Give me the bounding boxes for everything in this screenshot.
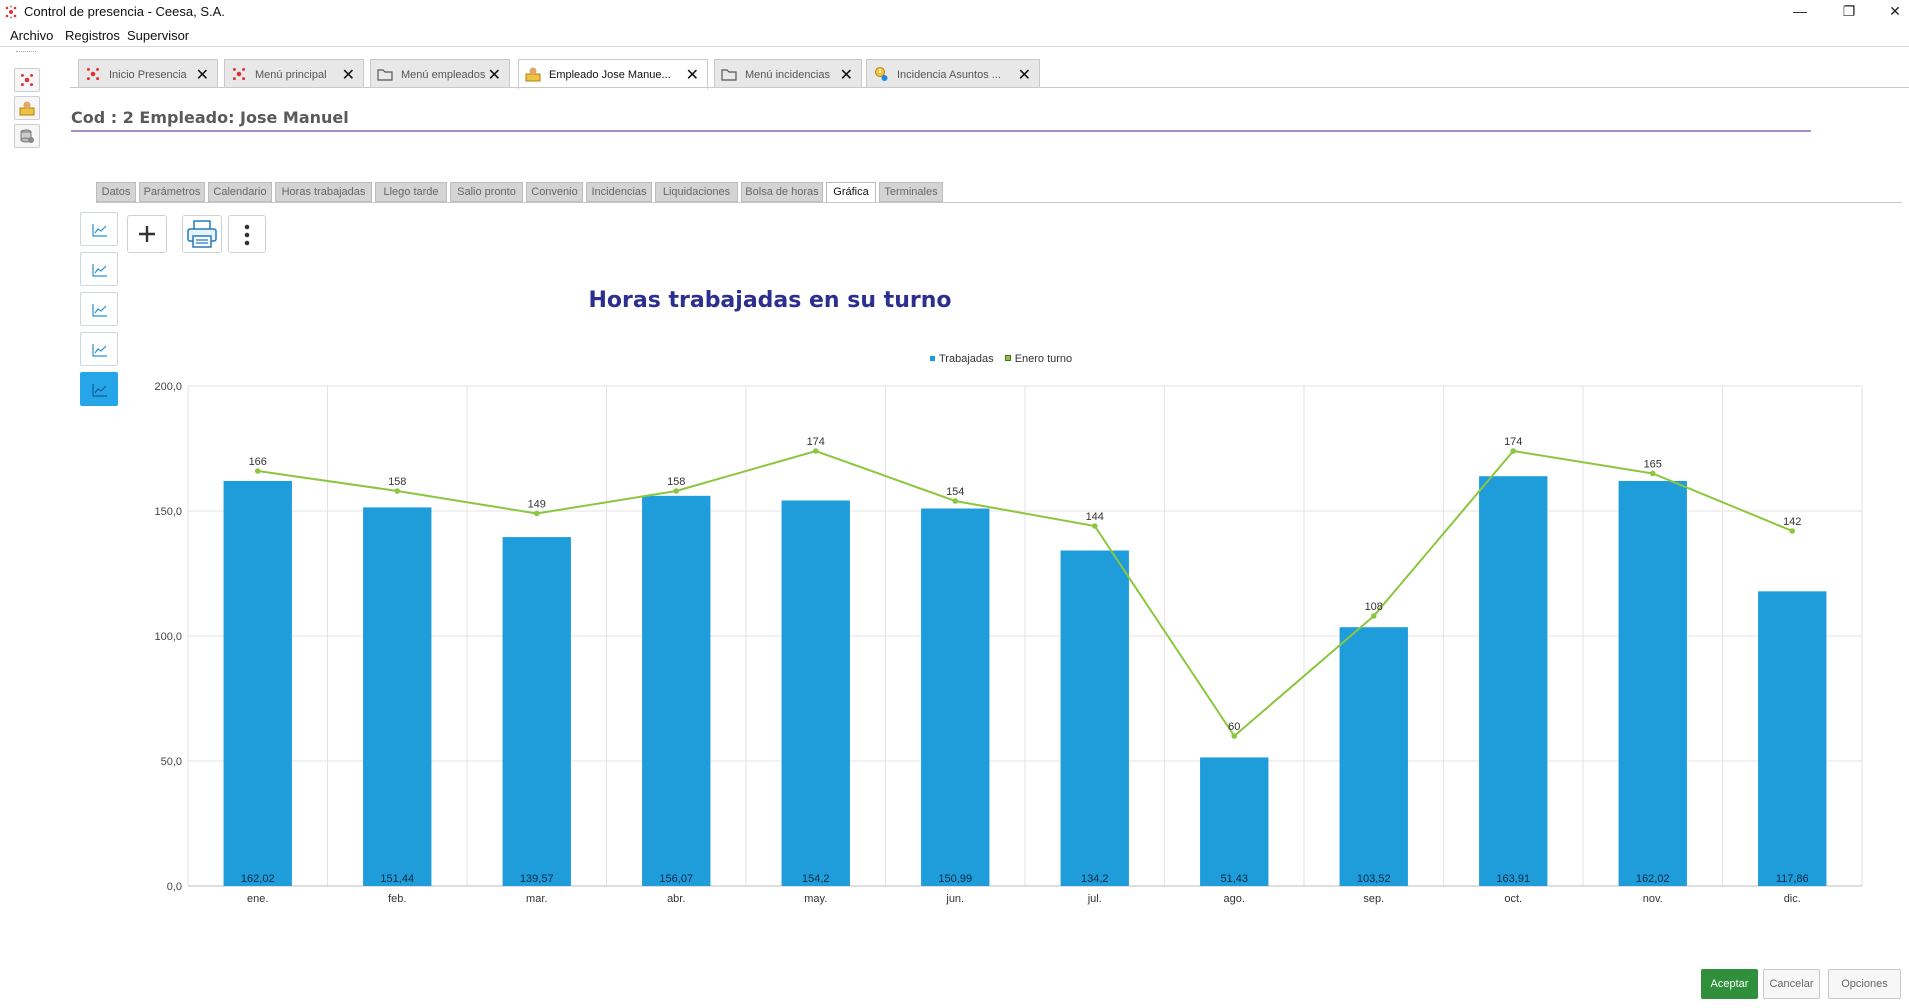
bar-value-label: 151,44 bbox=[380, 873, 414, 885]
bar bbox=[1060, 550, 1129, 886]
bar-value-label: 163,91 bbox=[1496, 873, 1530, 885]
x-tick-label: nov. bbox=[1643, 893, 1663, 905]
bar bbox=[781, 500, 850, 886]
line-point bbox=[1091, 523, 1098, 529]
cancel-button[interactable]: Cancelar bbox=[1763, 969, 1820, 999]
x-tick-label: ago. bbox=[1224, 893, 1245, 905]
line-point bbox=[1510, 448, 1517, 454]
bar bbox=[642, 495, 711, 886]
bar bbox=[1618, 480, 1687, 886]
y-tick-label: 200,0 bbox=[154, 381, 182, 393]
bar bbox=[1479, 476, 1548, 886]
bar bbox=[921, 508, 990, 886]
options-button[interactable]: Opciones bbox=[1828, 969, 1901, 999]
bar-value-label: 103,52 bbox=[1357, 873, 1391, 885]
x-tick-label: may. bbox=[804, 893, 827, 905]
line-value-label: 174 bbox=[807, 436, 825, 448]
x-tick-label: mar. bbox=[526, 893, 547, 905]
line-point bbox=[1370, 613, 1377, 619]
line-value-label: 165 bbox=[1644, 459, 1662, 471]
hours-chart: 0,0 50,0 100,0 150,0 200,0 162,02 151,44 139,57… bbox=[154, 381, 1863, 905]
line-value-label: 108 bbox=[1365, 601, 1383, 613]
x-tick-label: dic. bbox=[1784, 893, 1801, 905]
line-value-label: 158 bbox=[388, 476, 406, 488]
line-value-label: 154 bbox=[946, 486, 964, 498]
bar-value-label: 139,57 bbox=[520, 873, 554, 885]
y-tick-label: 0,0 bbox=[167, 881, 182, 893]
line-point bbox=[812, 448, 819, 454]
bar bbox=[363, 507, 432, 886]
line-value-label: 166 bbox=[249, 456, 267, 468]
line-point bbox=[1649, 470, 1656, 477]
line-point bbox=[1231, 733, 1238, 739]
bar bbox=[1758, 591, 1827, 886]
line-value-label: 174 bbox=[1504, 436, 1522, 448]
bar-value-label: 117,86 bbox=[1776, 873, 1809, 885]
bar bbox=[223, 480, 292, 886]
y-tick-label: 50,0 bbox=[161, 756, 182, 768]
x-tick-label: abr. bbox=[667, 893, 685, 905]
line-point bbox=[394, 488, 401, 494]
bar-value-label: 134,2 bbox=[1081, 873, 1109, 885]
bar-value-label: 154,2 bbox=[802, 873, 830, 885]
bar bbox=[502, 537, 571, 886]
y-tick-label: 100,0 bbox=[154, 631, 182, 643]
accept-button[interactable]: Aceptar bbox=[1701, 969, 1758, 999]
bar-value-label: 51,43 bbox=[1220, 873, 1248, 885]
x-tick-label: feb. bbox=[388, 893, 406, 905]
x-tick-label: oct. bbox=[1504, 893, 1522, 905]
x-tick-label: sep. bbox=[1363, 893, 1384, 905]
x-tick-label: jul. bbox=[1087, 893, 1102, 905]
bar-value-label: 162,02 bbox=[1636, 873, 1670, 885]
line-point bbox=[533, 510, 540, 517]
line-value-label: 60 bbox=[1228, 721, 1240, 733]
bar bbox=[1200, 757, 1269, 886]
x-tick-label: jun. bbox=[945, 893, 964, 905]
bar-value-label: 162,02 bbox=[241, 873, 275, 885]
line-point bbox=[254, 468, 261, 474]
bar bbox=[1339, 627, 1408, 886]
y-tick-label: 150,0 bbox=[154, 506, 182, 518]
x-tick-label: ene. bbox=[247, 893, 268, 905]
line-point bbox=[1789, 528, 1796, 534]
line-point bbox=[673, 488, 680, 494]
line-value-label: 149 bbox=[528, 499, 546, 511]
line-point bbox=[952, 498, 959, 504]
line-value-label: 158 bbox=[667, 476, 685, 488]
line-value-label: 144 bbox=[1086, 511, 1104, 523]
bar-value-label: 150,99 bbox=[938, 873, 972, 885]
line-value-label: 142 bbox=[1783, 516, 1801, 528]
bar-value-label: 156,07 bbox=[659, 873, 693, 885]
